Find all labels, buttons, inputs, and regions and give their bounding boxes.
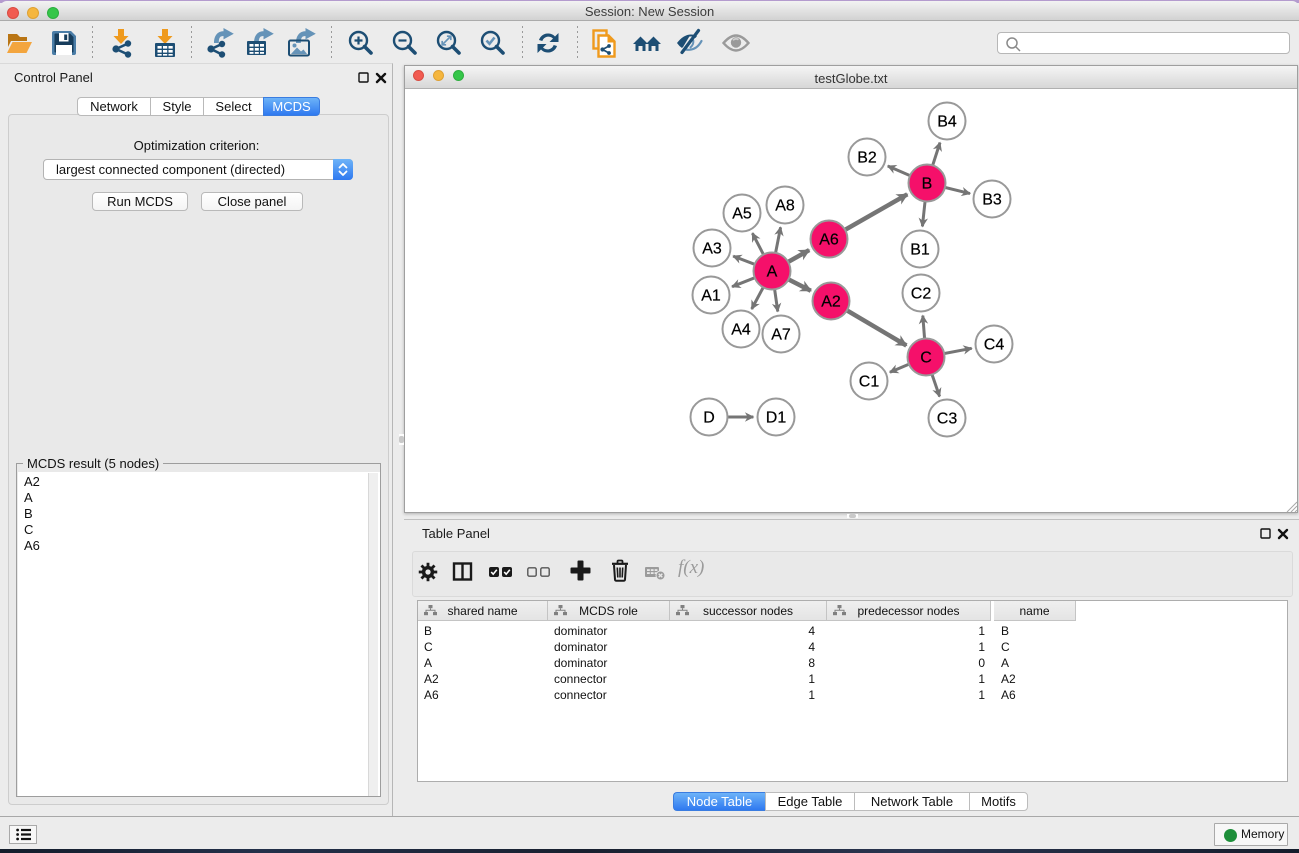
svg-text:A: A (767, 264, 778, 281)
svg-text:B3: B3 (982, 192, 1002, 209)
svg-text:A2: A2 (821, 294, 841, 311)
svg-text:A1: A1 (701, 288, 721, 305)
svg-text:A7: A7 (771, 327, 791, 344)
svg-text:D: D (703, 410, 715, 427)
svg-text:C3: C3 (937, 411, 958, 428)
svg-text:B1: B1 (910, 242, 930, 259)
svg-text:D1: D1 (766, 410, 787, 427)
svg-text:A5: A5 (732, 206, 752, 223)
svg-text:A3: A3 (702, 241, 722, 258)
svg-text:B: B (922, 176, 933, 193)
svg-text:A6: A6 (819, 232, 839, 249)
svg-text:C4: C4 (984, 337, 1005, 354)
svg-text:C2: C2 (911, 286, 932, 303)
svg-text:A8: A8 (775, 198, 795, 215)
svg-text:C: C (920, 350, 932, 367)
svg-text:B4: B4 (937, 114, 957, 131)
svg-text:C1: C1 (859, 374, 880, 391)
svg-text:B2: B2 (857, 150, 877, 167)
svg-text:A4: A4 (731, 322, 751, 339)
